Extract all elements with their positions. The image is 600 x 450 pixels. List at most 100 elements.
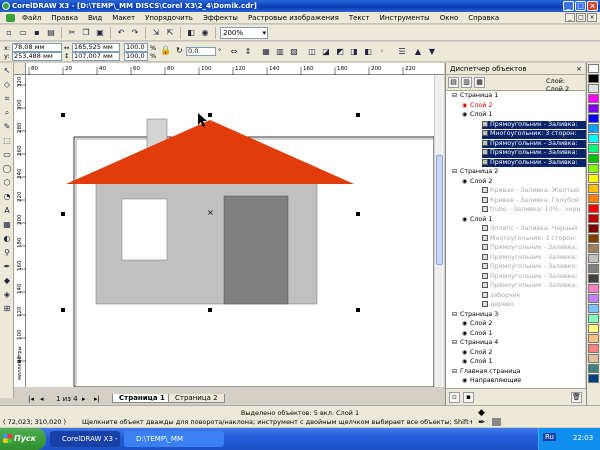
basic-shapes-icon[interactable]: ◔ bbox=[1, 191, 13, 203]
language-indicator[interactable]: Ru bbox=[543, 433, 556, 441]
palette-color-swatch[interactable] bbox=[588, 64, 599, 73]
palette-color-swatch[interactable] bbox=[588, 184, 599, 193]
palette-color-swatch[interactable] bbox=[588, 74, 599, 83]
minimize-button[interactable]: _ bbox=[563, 1, 574, 11]
tree-item[interactable]: ◉ Слой 2 bbox=[462, 349, 586, 358]
to-back-icon[interactable]: ▼ bbox=[426, 45, 438, 57]
export-icon[interactable]: ⇱ bbox=[164, 27, 176, 39]
next-page-button[interactable]: ▸ bbox=[82, 395, 86, 403]
corel-online-icon[interactable]: ◉ bbox=[199, 27, 211, 39]
palette-color-swatch[interactable] bbox=[588, 274, 599, 283]
show-properties-icon[interactable]: ▤ bbox=[448, 77, 459, 88]
paste-icon[interactable]: ▣ bbox=[94, 27, 106, 39]
taskbar-item-explorer[interactable]: D:\TEMP\_MM DISCS\Corel X3 bbox=[124, 431, 224, 447]
horizontal-ruler[interactable]: 80 20 40 60 80 100 120 140 160 180 200 220 bbox=[26, 63, 444, 75]
break-apart-icon[interactable]: ◪ bbox=[320, 45, 332, 57]
handle-bl[interactable] bbox=[61, 308, 65, 312]
ruler-origin[interactable] bbox=[14, 63, 26, 75]
new-layer-icon[interactable]: ▫ bbox=[449, 391, 460, 403]
tree-item[interactable]: Прямоугольник - Заливка: bbox=[482, 149, 586, 158]
tree-item[interactable]: ⊟ Страница 4 bbox=[452, 339, 586, 348]
fill-color-swatch[interactable] bbox=[492, 418, 501, 426]
menu-tools[interactable]: Инструменты bbox=[380, 14, 430, 22]
palette-color-swatch[interactable] bbox=[588, 94, 599, 103]
palette-color-swatch[interactable] bbox=[588, 354, 599, 363]
tree-item[interactable]: ◉ Слой 1 bbox=[462, 111, 586, 120]
palette-color-swatch[interactable] bbox=[588, 124, 599, 133]
palette-color-swatch[interactable] bbox=[588, 264, 599, 273]
interactive-blend-icon[interactable]: ◐ bbox=[1, 233, 13, 245]
vertical-ruler[interactable]: 320 300 280 260 240 220 200 180 160 140 120 100 80 ми… bbox=[14, 75, 26, 387]
palette-color-swatch[interactable] bbox=[588, 84, 599, 93]
maximize-button[interactable]: □ bbox=[575, 1, 586, 11]
palette-color-swatch[interactable] bbox=[588, 244, 599, 253]
palette-color-swatch[interactable] bbox=[588, 104, 599, 113]
app-launcher-icon[interactable]: ◧ bbox=[185, 27, 197, 39]
fill-indicator-icon[interactable]: ◆ bbox=[478, 408, 485, 418]
menu-effects[interactable]: Эффекты bbox=[203, 14, 238, 22]
edit-across-layers-icon[interactable]: ▥ bbox=[461, 77, 472, 88]
ungroup-all-icon[interactable]: ▧ bbox=[288, 45, 300, 57]
x-position-field[interactable]: 78,08 мм bbox=[12, 43, 62, 52]
handle-mr[interactable] bbox=[356, 212, 360, 216]
pick-tool-icon[interactable]: ↖ bbox=[1, 65, 13, 77]
tree-item[interactable]: Прямоугольник - Заливка: bbox=[482, 272, 586, 282]
palette-color-swatch[interactable] bbox=[588, 334, 599, 343]
menu-help[interactable]: Справка bbox=[468, 14, 499, 22]
doc-close-button[interactable]: × bbox=[587, 13, 597, 22]
handle-br[interactable] bbox=[356, 308, 360, 312]
smart-fill-icon[interactable]: ⬚ bbox=[1, 135, 13, 147]
tree-item[interactable]: Эллипс - Заливка: Черный bbox=[482, 225, 586, 234]
import-icon[interactable]: ⇲ bbox=[150, 27, 162, 39]
palette-color-swatch[interactable] bbox=[588, 194, 599, 203]
outline-indicator-icon[interactable]: ✒ bbox=[478, 418, 486, 428]
simplify-icon[interactable]: ◦ bbox=[376, 45, 388, 57]
center-marker[interactable]: × bbox=[207, 208, 214, 217]
ellipse-tool-icon[interactable]: ◯ bbox=[1, 163, 13, 175]
mesh-fill-icon[interactable]: ⊞ bbox=[1, 303, 13, 315]
align-distribute-icon[interactable]: ☰ bbox=[396, 45, 408, 57]
new-master-layer-icon[interactable]: ▪ bbox=[463, 391, 474, 403]
menu-edit[interactable]: Правка bbox=[51, 14, 78, 22]
document-icon[interactable] bbox=[6, 14, 15, 22]
save-icon[interactable]: ▪ bbox=[31, 27, 43, 39]
doc-restore-button[interactable]: □ bbox=[576, 13, 586, 22]
tree-item[interactable]: ◉ Слой 1 bbox=[462, 330, 586, 339]
first-page-button[interactable]: |◂ bbox=[28, 395, 34, 403]
tree-item[interactable]: ◉ Слой 2 bbox=[462, 320, 586, 329]
open-icon[interactable]: ▭ bbox=[17, 27, 29, 39]
handle-tr[interactable] bbox=[356, 113, 360, 117]
palette-color-swatch[interactable] bbox=[588, 204, 599, 213]
combine-icon[interactable]: ◫ bbox=[306, 45, 318, 57]
tree-item[interactable]: ⊟ Главная страница bbox=[452, 368, 586, 377]
tree-item[interactable]: Прямоугольник - Заливка: bbox=[482, 263, 586, 272]
house-window[interactable] bbox=[121, 198, 168, 261]
taskbar-item-coreldraw[interactable]: CorelDRAW X3 - [D:\... bbox=[50, 431, 120, 447]
palette-color-swatch[interactable] bbox=[588, 294, 599, 303]
tree-item[interactable]: Прямоугольник - Заливка: bbox=[482, 139, 586, 148]
polygon-tool-icon[interactable]: ⬡ bbox=[1, 177, 13, 189]
palette-color-swatch[interactable] bbox=[588, 324, 599, 333]
rectangle-tool-icon[interactable]: ▭ bbox=[1, 149, 13, 161]
cut-icon[interactable]: ✂ bbox=[66, 27, 78, 39]
palette-color-swatch[interactable] bbox=[588, 304, 599, 313]
tree-item[interactable]: Прямоугольник - Заливка: bbox=[482, 253, 586, 263]
tree-item[interactable]: Прямоугольник - Заливка: bbox=[482, 120, 586, 129]
delete-icon[interactable]: 🗑 bbox=[571, 391, 582, 403]
width-field[interactable]: 165,525 мм bbox=[72, 43, 120, 52]
tree-item[interactable]: Кривая - Заливка: Голубой bbox=[482, 196, 586, 206]
tree-item[interactable]: заборчик bbox=[482, 291, 586, 301]
ungroup-icon[interactable]: ▥ bbox=[274, 45, 286, 57]
menu-text[interactable]: Текст bbox=[349, 14, 370, 22]
tree-item[interactable]: trubo - Заливка: 10% - черн bbox=[482, 206, 586, 215]
close-button[interactable]: × bbox=[587, 1, 598, 11]
eyedropper-tool-icon[interactable]: ⚲ bbox=[1, 247, 13, 259]
palette-color-swatch[interactable] bbox=[588, 314, 599, 323]
prev-page-button[interactable]: ◂ bbox=[40, 395, 44, 403]
weld-icon[interactable]: ◩ bbox=[334, 45, 346, 57]
tree-item[interactable]: ◉ Направляющие bbox=[462, 377, 586, 386]
palette-color-swatch[interactable] bbox=[588, 114, 599, 123]
scale-width-field[interactable]: 100,0 bbox=[124, 43, 148, 52]
rotation-angle-field[interactable]: 0,0 bbox=[186, 47, 216, 56]
tree-item[interactable]: ◉ Слой 1 bbox=[462, 358, 586, 367]
